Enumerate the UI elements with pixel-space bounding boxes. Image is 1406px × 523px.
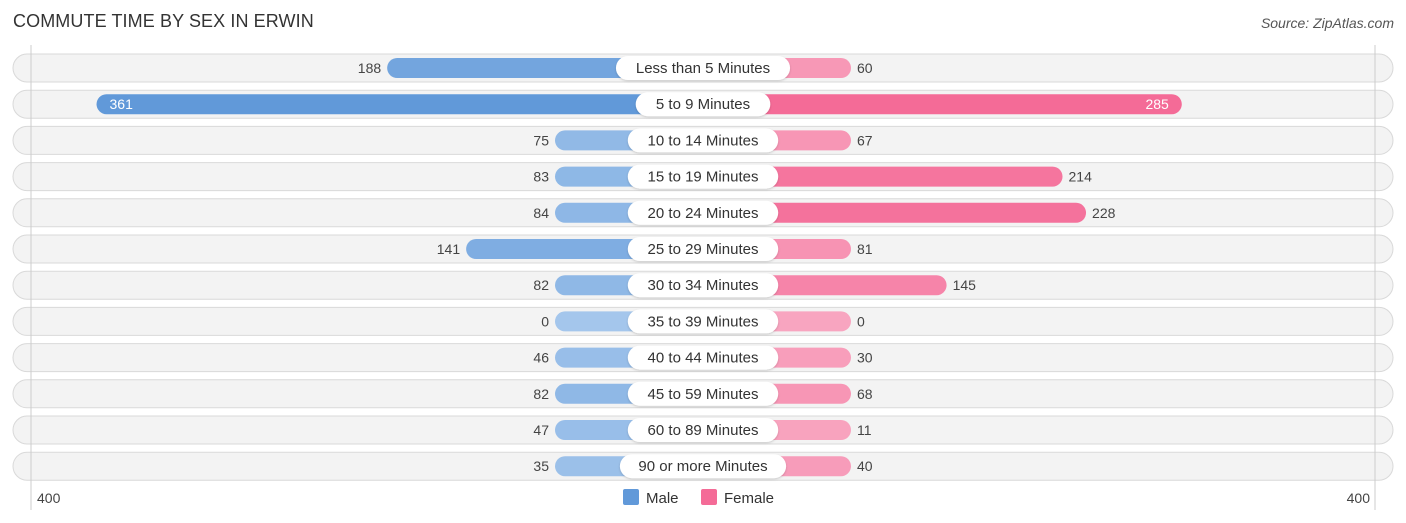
legend: Male Female bbox=[623, 489, 774, 507]
category-label: 60 to 89 Minutes bbox=[648, 422, 759, 439]
value-label-female: 145 bbox=[953, 277, 977, 293]
value-label-female: 214 bbox=[1069, 169, 1093, 185]
category-label: 45 to 59 Minutes bbox=[648, 386, 759, 403]
chart-row: 141 81 25 to 29 Minutes bbox=[12, 234, 1394, 264]
legend-label-male: Male bbox=[646, 490, 679, 507]
value-label-male: 83 bbox=[533, 169, 549, 185]
value-label-male: 188 bbox=[358, 60, 382, 76]
value-label-male: 47 bbox=[533, 422, 549, 438]
chart-row: 0 0 35 to 39 Minutes bbox=[12, 306, 1394, 336]
chart-row: 361 285 5 to 9 Minutes bbox=[12, 89, 1394, 119]
category-label: 40 to 44 Minutes bbox=[648, 350, 759, 367]
value-label-female: 0 bbox=[857, 313, 865, 329]
legend-item-male[interactable]: Male bbox=[623, 489, 679, 507]
category-label: 10 to 14 Minutes bbox=[648, 132, 759, 149]
value-label-male: 84 bbox=[533, 205, 549, 221]
category-label: 15 to 19 Minutes bbox=[648, 169, 759, 186]
value-label-male: 35 bbox=[533, 458, 549, 474]
bar-male[interactable] bbox=[96, 94, 703, 115]
chart-row: 82 68 45 to 59 Minutes bbox=[12, 379, 1394, 409]
value-label-female: 30 bbox=[857, 350, 873, 366]
legend-swatch-female bbox=[701, 489, 717, 505]
chart-row: 35 40 90 or more Minutes bbox=[12, 451, 1394, 481]
legend-label-female: Female bbox=[724, 490, 774, 507]
chart-row: 47 11 60 to 89 Minutes bbox=[12, 415, 1394, 445]
value-label-male: 75 bbox=[533, 132, 549, 148]
chart-row: 84 228 20 to 24 Minutes bbox=[12, 198, 1394, 228]
value-label-female: 68 bbox=[857, 386, 873, 402]
chart-row: 75 67 10 to 14 Minutes bbox=[12, 125, 1394, 155]
legend-item-female[interactable]: Female bbox=[701, 489, 774, 507]
value-label-female: 228 bbox=[1092, 205, 1116, 221]
value-label-male: 361 bbox=[110, 96, 134, 112]
value-label-male: 141 bbox=[437, 241, 461, 257]
axis-left-label: 400 bbox=[37, 490, 61, 506]
category-label: 35 to 39 Minutes bbox=[648, 313, 759, 330]
value-label-male: 46 bbox=[533, 350, 549, 366]
category-label: 20 to 24 Minutes bbox=[648, 205, 759, 222]
category-label: Less than 5 Minutes bbox=[636, 60, 770, 77]
value-label-female: 67 bbox=[857, 132, 873, 148]
value-label-female: 81 bbox=[857, 241, 873, 257]
value-label-female: 40 bbox=[857, 458, 873, 474]
value-label-male: 82 bbox=[533, 386, 549, 402]
axis-right-label: 400 bbox=[1347, 490, 1371, 506]
value-label-male: 82 bbox=[533, 277, 549, 293]
chart-row: 82 145 30 to 34 Minutes bbox=[12, 270, 1394, 300]
category-label: 5 to 9 Minutes bbox=[656, 96, 750, 113]
bar-female[interactable] bbox=[703, 94, 1182, 115]
chart-row: 83 214 15 to 19 Minutes bbox=[12, 162, 1394, 192]
chart: 188 60 Less than 5 Minutes 361 285 5 to 9 Min… bbox=[12, 45, 1394, 510]
value-label-female: 60 bbox=[857, 60, 873, 76]
category-label: 30 to 34 Minutes bbox=[648, 277, 759, 294]
value-label-female: 285 bbox=[1145, 96, 1169, 112]
chart-row: 188 60 Less than 5 Minutes bbox=[12, 53, 1394, 83]
value-label-male: 0 bbox=[541, 313, 549, 329]
category-label: 90 or more Minutes bbox=[638, 458, 767, 475]
chart-row: 46 30 40 to 44 Minutes bbox=[12, 343, 1394, 373]
value-label-female: 11 bbox=[857, 422, 872, 438]
legend-swatch-male bbox=[623, 489, 639, 505]
rows-group: 188 60 Less than 5 Minutes 361 285 5 to 9 Min… bbox=[12, 53, 1394, 481]
category-label: 25 to 29 Minutes bbox=[648, 241, 759, 258]
